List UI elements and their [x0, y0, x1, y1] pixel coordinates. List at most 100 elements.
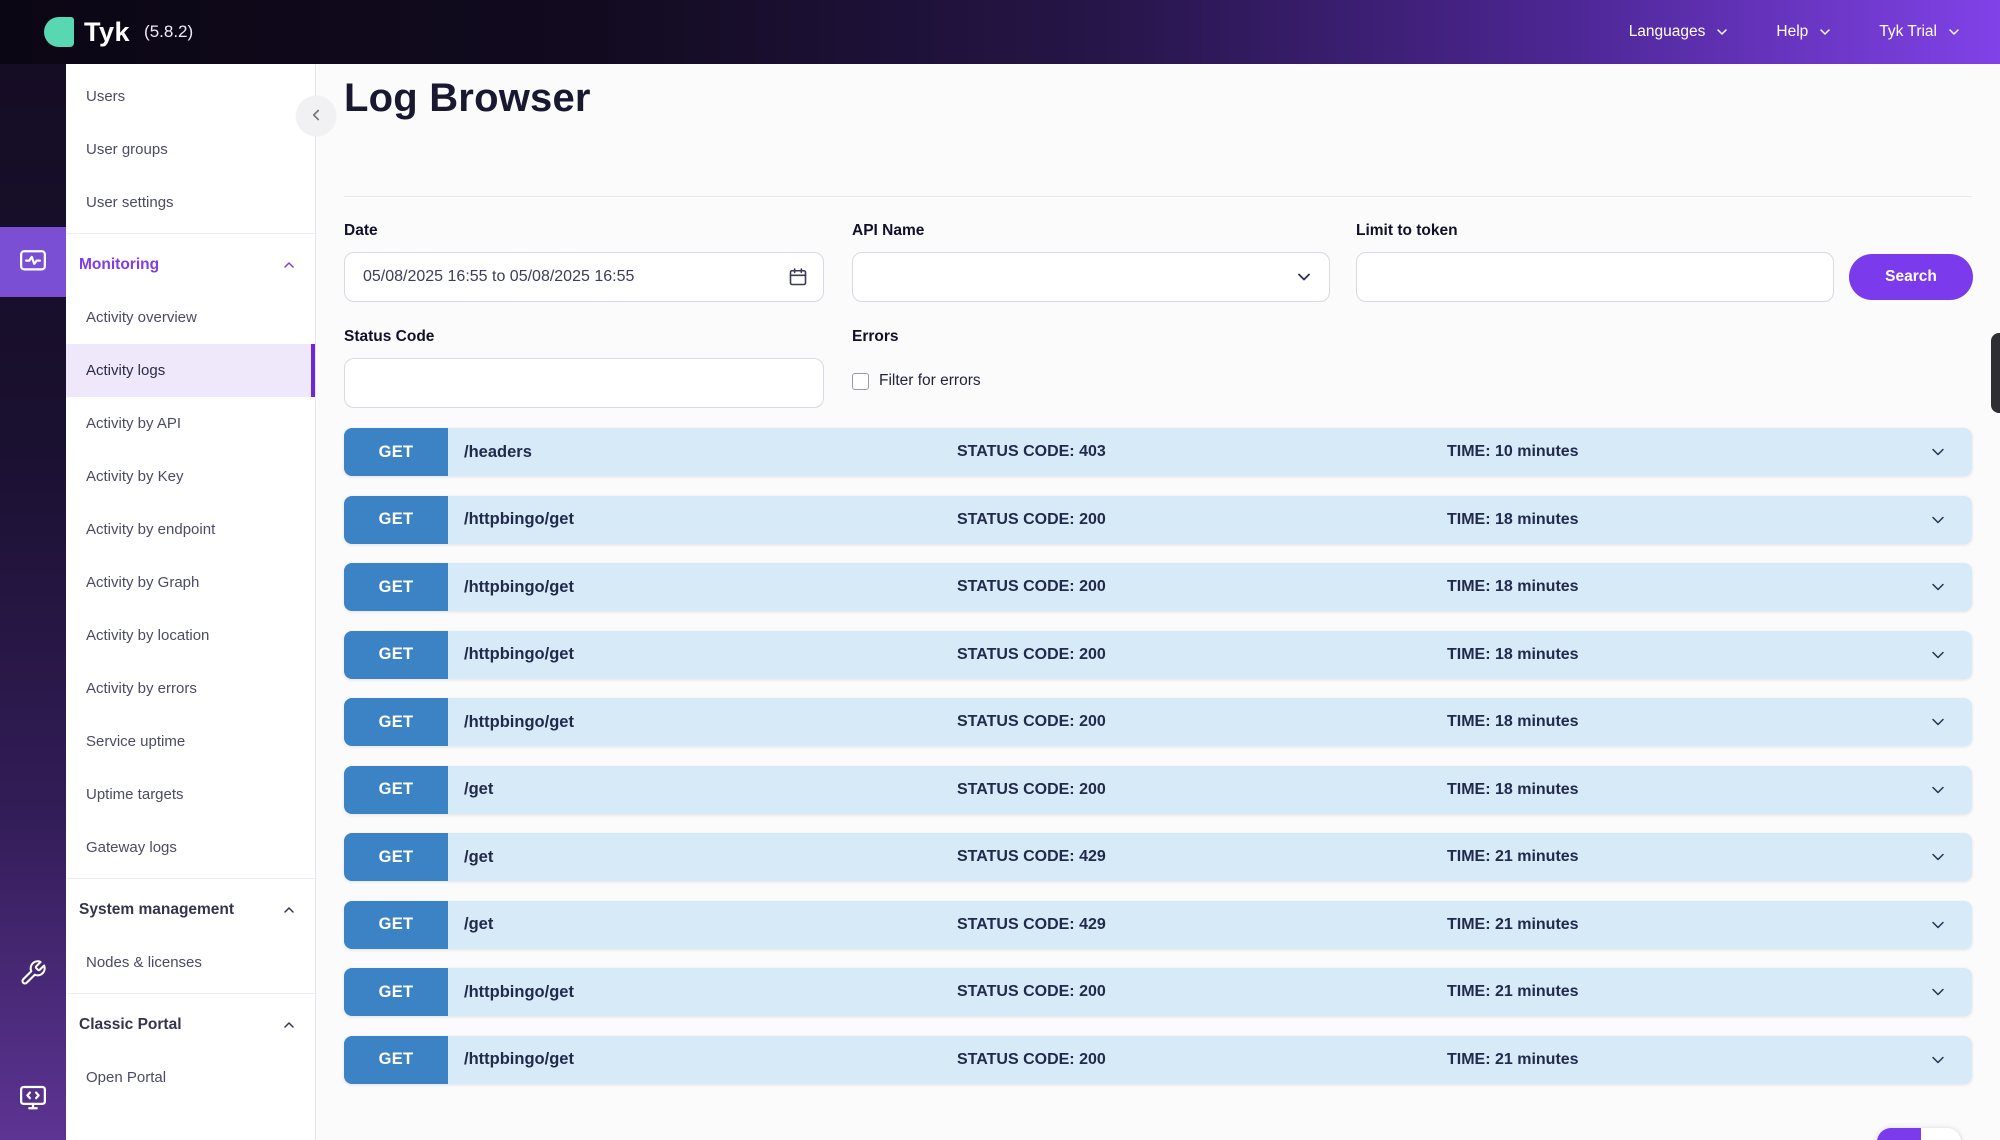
sidebar-item-activity-by-location[interactable]: Activity by location — [66, 609, 315, 662]
help-menu[interactable]: Help — [1776, 23, 1833, 41]
title-divider — [344, 196, 1972, 197]
sidebar-item-activity-by-endpoint[interactable]: Activity by endpoint — [66, 503, 315, 556]
section-label: Monitoring — [79, 256, 159, 274]
log-row[interactable]: GET /get STATUS CODE: 429 TIME: 21 minut… — [344, 901, 1972, 949]
log-path: /headers — [464, 428, 532, 476]
sidebar-section-system-management[interactable]: System management — [66, 883, 315, 936]
sidebar-item-label: Activity by errors — [86, 680, 197, 697]
sidebar-item-activity-logs[interactable]: Activity logs — [66, 344, 315, 397]
api-name-select[interactable] — [852, 252, 1330, 302]
date-range-input[interactable] — [344, 252, 824, 302]
sidebar-collapse-button[interactable] — [296, 96, 336, 136]
search-button[interactable]: Search — [1849, 254, 1973, 300]
chevron-down-icon — [1928, 510, 1948, 530]
log-row[interactable]: GET /httpbingo/get STATUS CODE: 200 TIME… — [344, 631, 1972, 679]
log-row[interactable]: GET /httpbingo/get STATUS CODE: 200 TIME… — [344, 563, 1972, 611]
sidebar-item-label: User settings — [86, 194, 174, 211]
chevron-down-icon — [1928, 1050, 1948, 1070]
log-list: GET /headers STATUS CODE: 403 TIME: 10 m… — [344, 428, 1972, 1103]
http-method-badge: GET — [344, 766, 448, 814]
log-time: TIME: 21 minutes — [1447, 1036, 1579, 1084]
sidebar-item-activity-by-graph[interactable]: Activity by Graph — [66, 556, 315, 609]
log-row[interactable]: GET /httpbingo/get STATUS CODE: 200 TIME… — [344, 968, 1972, 1016]
sidebar-item-gateway-logs[interactable]: Gateway logs — [66, 821, 315, 874]
rail-system-item[interactable] — [0, 940, 66, 1010]
chevron-down-icon — [1817, 24, 1833, 40]
sidebar-item-open-portal[interactable]: Open Portal — [66, 1051, 315, 1104]
tyk-logo-icon — [44, 17, 74, 47]
sidebar-item-label: Activity by Key — [86, 468, 184, 485]
http-method-badge: GET — [344, 428, 448, 476]
languages-menu[interactable]: Languages — [1629, 23, 1731, 41]
log-row[interactable]: GET /httpbingo/get STATUS CODE: 200 TIME… — [344, 1036, 1972, 1084]
log-path: /httpbingo/get — [464, 563, 574, 611]
sidebar-item-label: Gateway logs — [86, 839, 177, 856]
sidebar-item-users[interactable]: Users — [66, 70, 315, 123]
log-status-code: STATUS CODE: 200 — [957, 631, 1106, 679]
fab-right-segment — [1921, 1128, 1961, 1140]
sidebar-section-classic-portal[interactable]: Classic Portal — [66, 998, 315, 1051]
sidebar-item-uptime-targets[interactable]: Uptime targets — [66, 768, 315, 821]
sidebar: Users User groups User settings Monitori… — [66, 64, 316, 1140]
sidebar-item-activity-by-key[interactable]: Activity by Key — [66, 450, 315, 503]
log-path: /httpbingo/get — [464, 698, 574, 746]
sidebar-section-monitoring[interactable]: Monitoring — [66, 238, 315, 291]
sidebar-item-activity-by-api[interactable]: Activity by API — [66, 397, 315, 450]
sidebar-divider — [66, 993, 315, 994]
portal-screen-icon — [18, 1082, 48, 1117]
log-status-code: STATUS CODE: 429 — [957, 833, 1106, 881]
filter-errors-row: Filter for errors — [852, 372, 981, 390]
sidebar-item-user-settings[interactable]: User settings — [66, 176, 315, 229]
account-menu-label: Tyk Trial — [1879, 23, 1937, 41]
status-code-input[interactable] — [344, 358, 824, 408]
log-time: TIME: 18 minutes — [1447, 563, 1579, 611]
log-path: /httpbingo/get — [464, 496, 574, 544]
sidebar-item-user-groups[interactable]: User groups — [66, 123, 315, 176]
chevron-down-icon — [1928, 712, 1948, 732]
sidebar-item-service-uptime[interactable]: Service uptime — [66, 715, 315, 768]
chevron-down-icon — [1714, 24, 1730, 40]
filter-errors-checkbox[interactable] — [852, 373, 869, 390]
log-time: TIME: 18 minutes — [1447, 698, 1579, 746]
http-method-badge: GET — [344, 496, 448, 544]
log-row[interactable]: GET /get STATUS CODE: 200 TIME: 18 minut… — [344, 766, 1972, 814]
log-time: TIME: 21 minutes — [1447, 833, 1579, 881]
log-status-code: STATUS CODE: 200 — [957, 968, 1106, 1016]
right-edge-widget[interactable] — [1991, 333, 2000, 413]
sidebar-divider — [66, 233, 315, 234]
sidebar-item-label: Activity by endpoint — [86, 521, 215, 538]
icon-rail — [0, 64, 66, 1140]
sidebar-item-activity-by-errors[interactable]: Activity by errors — [66, 662, 315, 715]
log-time: TIME: 18 minutes — [1447, 766, 1579, 814]
chevron-down-icon — [1928, 847, 1948, 867]
http-method-badge: GET — [344, 698, 448, 746]
main-content: Log Browser Date API Name Limit to token… — [316, 64, 2000, 1140]
logo-text: Tyk — [84, 17, 130, 48]
rail-portal-item[interactable] — [0, 1064, 66, 1134]
sidebar-item-activity-overview[interactable]: Activity overview — [66, 291, 315, 344]
rail-monitoring-item[interactable] — [0, 227, 66, 297]
log-row[interactable]: GET /get STATUS CODE: 429 TIME: 21 minut… — [344, 833, 1972, 881]
brand[interactable]: Tyk (5.8.2) — [44, 17, 193, 48]
chevron-up-icon — [281, 257, 297, 273]
http-method-badge: GET — [344, 631, 448, 679]
status-code-label: Status Code — [344, 328, 434, 346]
log-row[interactable]: GET /headers STATUS CODE: 403 TIME: 10 m… — [344, 428, 1972, 476]
floating-action-button[interactable] — [1877, 1128, 1961, 1140]
log-time: TIME: 10 minutes — [1447, 428, 1579, 476]
sidebar-item-nodes-licenses[interactable]: Nodes & licenses — [66, 936, 315, 989]
chevron-down-icon — [1946, 24, 1962, 40]
log-time: TIME: 21 minutes — [1447, 901, 1579, 949]
section-label: System management — [79, 901, 234, 919]
calendar-icon[interactable] — [788, 267, 808, 287]
api-name-label: API Name — [852, 222, 924, 240]
log-row[interactable]: GET /httpbingo/get STATUS CODE: 200 TIME… — [344, 496, 1972, 544]
log-row[interactable]: GET /httpbingo/get STATUS CODE: 200 TIME… — [344, 698, 1972, 746]
sidebar-item-label: Nodes & licenses — [86, 954, 202, 971]
log-status-code: STATUS CODE: 429 — [957, 901, 1106, 949]
chevron-down-icon — [1928, 645, 1948, 665]
sidebar-item-label: User groups — [86, 141, 168, 158]
http-method-badge: GET — [344, 901, 448, 949]
limit-to-token-input[interactable] — [1356, 252, 1834, 302]
account-menu[interactable]: Tyk Trial — [1879, 23, 1962, 41]
